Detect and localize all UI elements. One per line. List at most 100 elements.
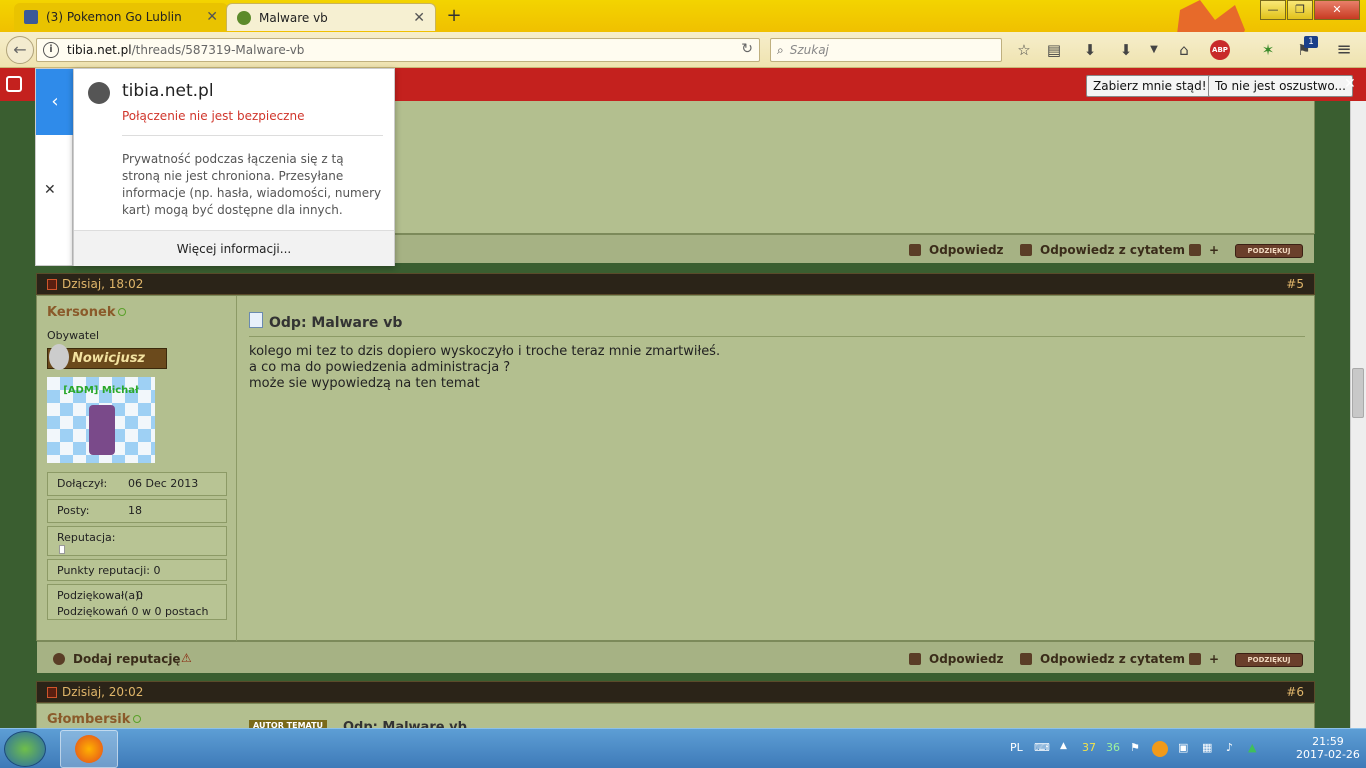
rep-points-row: Punkty reputacji: 0 bbox=[47, 559, 227, 581]
tray-value-36[interactable]: 36 bbox=[1106, 741, 1120, 754]
posts-row: Posty: 18 bbox=[47, 499, 227, 523]
site-identity-popup: ‹ ✕ tibia.net.pl Połączenie nie jest bez… bbox=[35, 68, 395, 266]
url-path: /threads/587319-Malware-vb bbox=[131, 43, 305, 57]
back-button[interactable]: ← bbox=[6, 36, 34, 64]
chevron-down-icon[interactable]: ▼ bbox=[1144, 40, 1164, 60]
url-host: tibia.net.pl bbox=[67, 43, 132, 57]
add-reputation-button[interactable]: Dodaj reputację bbox=[53, 652, 181, 666]
browser-titlebar: (3) Pokemon Go Lublin ✕ Malware vb ✕ + —… bbox=[0, 0, 1366, 70]
close-window-button[interactable]: ✕ bbox=[1314, 0, 1360, 20]
post-title: Odp: Malware vb bbox=[343, 720, 467, 728]
notification-count-badge: 1 bbox=[1304, 36, 1318, 48]
avatar-character bbox=[89, 405, 115, 455]
new-tab-button[interactable]: + bbox=[444, 5, 464, 27]
post-number-link[interactable]: #6 bbox=[1286, 682, 1304, 702]
online-status-icon bbox=[133, 715, 142, 723]
leave-site-button[interactable]: Zabierz mnie stąd! bbox=[1086, 75, 1214, 97]
reputation-row: Reputacja: bbox=[47, 526, 227, 556]
popup-back-button[interactable]: ‹ bbox=[36, 69, 74, 135]
user-rank: Obywatel bbox=[47, 329, 100, 342]
clock[interactable]: 21:59 2017-02-26 bbox=[1296, 735, 1360, 761]
insecure-connection-warning: Połączenie nie jest bezpieczne bbox=[122, 109, 305, 123]
minimize-button[interactable]: — bbox=[1260, 0, 1286, 20]
more-info-button[interactable]: Więcej informacji... bbox=[74, 230, 394, 266]
rank-character-icon bbox=[49, 344, 69, 370]
close-tab-icon[interactable]: ✕ bbox=[206, 9, 218, 25]
username-link[interactable]: Głombersik bbox=[47, 712, 142, 727]
tab-malware-vb[interactable]: Malware vb ✕ bbox=[226, 3, 436, 31]
action-center-flag-icon[interactable]: ⚑ bbox=[1130, 741, 1140, 754]
chevron-up-icon[interactable]: ▲ bbox=[1060, 741, 1067, 751]
tab-pokemon-go-lublin[interactable]: (3) Pokemon Go Lublin ✕ bbox=[14, 3, 228, 31]
close-icon[interactable]: ✕ bbox=[1344, 76, 1356, 92]
firefox-icon bbox=[75, 735, 103, 763]
site-info-icon[interactable]: i bbox=[43, 42, 59, 58]
close-tab-icon[interactable]: ✕ bbox=[413, 10, 425, 26]
adblock-plus-icon[interactable]: ABP bbox=[1210, 40, 1230, 60]
language-indicator[interactable]: PL bbox=[1010, 741, 1023, 754]
volume-icon[interactable]: ♪ bbox=[1226, 741, 1233, 754]
reply-button[interactable]: Odpowiedz bbox=[909, 243, 1004, 257]
post-date: Dzisiaj, 20:02 bbox=[62, 685, 144, 699]
report-warning-icon[interactable]: ⚠ bbox=[181, 651, 192, 665]
reputation-bar-icon bbox=[59, 545, 65, 554]
username-link[interactable]: Kersonek bbox=[47, 305, 127, 320]
network-icon[interactable]: ▦ bbox=[1202, 741, 1212, 754]
avatar-caption: [ADM] Michał bbox=[63, 385, 139, 396]
close-icon[interactable]: ✕ bbox=[44, 182, 56, 198]
post-icon bbox=[47, 279, 57, 290]
thanks-button[interactable]: PODZIĘKUJ bbox=[1235, 244, 1303, 258]
post-footer: Dodaj reputację ⚠ Odpowiedz Odpowiedz z … bbox=[37, 641, 1314, 673]
post-header: Dzisiaj, 20:02 #6 bbox=[36, 681, 1315, 703]
multiquote-icon[interactable]: + bbox=[1189, 243, 1219, 257]
downloads-icon[interactable]: ⬇ bbox=[1080, 40, 1100, 60]
extension-icon[interactable]: ✶ bbox=[1258, 40, 1278, 60]
windows-taskbar: PL ⌨ ▲ 37 36 ⚑ ▣ ▦ ♪ ▲ 21:59 2017-02-26 bbox=[0, 728, 1366, 768]
popup-sidebar: ‹ ✕ bbox=[35, 68, 74, 266]
globe-icon bbox=[88, 82, 110, 104]
online-status-icon bbox=[118, 308, 127, 316]
menu-icon[interactable]: ≡ bbox=[1334, 40, 1354, 60]
post-body: Kersonek Obywatel Nowicjusz [ADM] Michał… bbox=[36, 295, 1315, 642]
bookmarks-list-icon[interactable]: ▤ bbox=[1044, 40, 1064, 60]
pocket-icon[interactable]: ⬇ bbox=[1116, 40, 1136, 60]
scrollbar-thumb[interactable] bbox=[1352, 368, 1364, 418]
google-drive-icon[interactable]: ▲ bbox=[1248, 741, 1256, 754]
popup-main: tibia.net.pl Połączenie nie jest bezpiec… bbox=[73, 68, 395, 266]
clock-date: 2017-02-26 bbox=[1296, 748, 1360, 761]
navigation-toolbar: ← i tibia.net.pl /threads/587319-Malware… bbox=[0, 32, 1366, 68]
tray-value-37[interactable]: 37 bbox=[1082, 741, 1096, 754]
home-icon[interactable]: ⌂ bbox=[1174, 40, 1194, 60]
reload-icon[interactable]: ↻ bbox=[741, 41, 753, 57]
reply-icon bbox=[909, 244, 921, 256]
post-number-link[interactable]: #5 bbox=[1286, 274, 1304, 294]
tab-label: (3) Pokemon Go Lublin bbox=[46, 10, 182, 24]
url-bar[interactable]: i tibia.net.pl /threads/587319-Malware-v… bbox=[36, 38, 760, 62]
search-input[interactable]: ⌕ Szukaj bbox=[770, 38, 1002, 62]
multiquote-icon[interactable]: + bbox=[1189, 652, 1219, 666]
reply-quote-button[interactable]: Odpowiedz z cytatem bbox=[1020, 652, 1185, 666]
not-deceptive-button[interactable]: To nie jest oszustwo... bbox=[1208, 75, 1353, 97]
quote-icon bbox=[1020, 653, 1032, 665]
avatar: [ADM] Michał bbox=[47, 377, 155, 463]
clock-time: 21:59 bbox=[1312, 735, 1344, 748]
reply-button[interactable]: Odpowiedz bbox=[909, 652, 1004, 666]
post-message: kolego mi tez to dzis dopiero wyskoczyło… bbox=[249, 344, 721, 391]
thanks-button[interactable]: PODZIĘKUJ bbox=[1235, 653, 1303, 667]
facebook-icon bbox=[24, 10, 38, 24]
quote-icon bbox=[1020, 244, 1032, 256]
search-icon: ⌕ bbox=[777, 42, 784, 57]
start-button[interactable] bbox=[4, 731, 46, 767]
bookmark-star-icon[interactable]: ☆ bbox=[1014, 40, 1034, 60]
post-body: Głombersik AUTOR TEMATU Odp: Malware vb bbox=[36, 703, 1315, 728]
taskbar-firefox[interactable] bbox=[60, 730, 118, 768]
avast-icon[interactable] bbox=[1152, 741, 1168, 757]
divider bbox=[122, 135, 383, 136]
popup-description: Prywatność podczas łączenia się z tą str… bbox=[122, 152, 382, 217]
device-icon[interactable]: ▣ bbox=[1178, 741, 1188, 754]
keyboard-icon[interactable]: ⌨ bbox=[1034, 741, 1050, 754]
tab-label: Malware vb bbox=[259, 10, 328, 25]
document-icon bbox=[249, 312, 263, 328]
reply-quote-button[interactable]: Odpowiedz z cytatem bbox=[1020, 243, 1185, 257]
maximize-button[interactable]: ❐ bbox=[1287, 0, 1313, 20]
